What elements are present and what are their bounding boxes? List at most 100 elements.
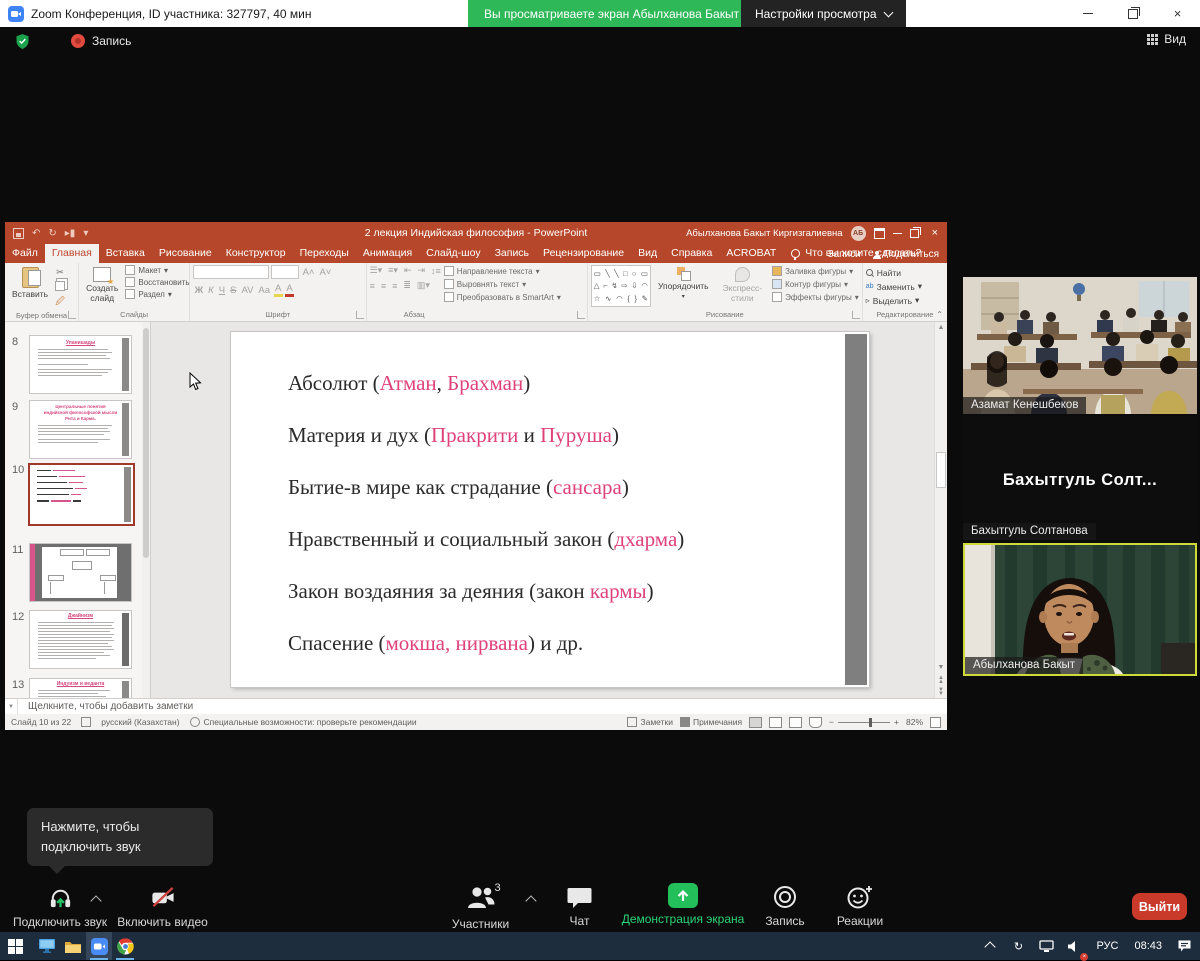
volume-muted-icon[interactable]: × [1062,932,1086,960]
text-direction-button[interactable]: Направление текста ▾ [444,266,561,276]
restore-button[interactable] [1110,0,1155,27]
tab-acrobat[interactable]: ACROBAT [719,244,783,263]
decrease-indent-icon[interactable]: ⇤ [404,265,412,276]
increase-indent-icon[interactable]: ⇥ [417,265,425,276]
bold-button[interactable]: Ж [193,285,205,296]
participant-tile-no-video[interactable]: Бахытгуль Солт... Бахытгуль Солтанова [963,416,1197,540]
network-tray-icon[interactable] [1034,932,1058,960]
ppt-restore-icon[interactable] [910,229,919,238]
tab-record[interactable]: Запись [488,244,536,263]
records-button[interactable]: Записи [828,249,861,260]
italic-button[interactable]: К [207,285,216,296]
update-tray-icon[interactable]: ↻ [1006,932,1030,960]
tab-home[interactable]: Главная [45,244,99,263]
align-right-icon[interactable]: ≡ [392,281,397,291]
action-center-icon[interactable] [1172,932,1196,960]
shape-outline-button[interactable]: Контур фигуры ▾ [772,279,859,289]
hidden-icons-chevron[interactable] [978,932,1002,960]
notes-toggle[interactable]: Заметки [627,717,673,727]
change-case-button[interactable]: Aa [257,285,272,296]
next-slide-icon[interactable]: ▼▼ [938,686,944,698]
undo-icon[interactable]: ↶ [32,228,40,239]
clock[interactable]: 08:43 [1128,940,1168,952]
zoom-slider[interactable]: − + [829,717,899,727]
line-spacing-icon[interactable]: ↕≡ [431,266,441,276]
minimize-button[interactable] [1065,0,1110,27]
share-screen-button[interactable]: Демонстрация экрана [613,883,753,926]
participants-button[interactable]: 3 Участники [438,884,523,931]
scroll-down-icon[interactable]: ▼ [938,662,945,674]
grow-font-icon[interactable]: А˄ [301,267,316,278]
slide-thumbnail-panel[interactable]: 8 Упанишады 9 Центральные понятия [5,322,151,698]
taskbar-file-explorer[interactable] [60,932,86,960]
tab-animations[interactable]: Анимация [356,244,419,263]
columns-icon[interactable]: ▥▾ [417,280,430,291]
copy-icon[interactable] [55,281,65,291]
chat-button[interactable]: Чат [552,884,607,928]
reactions-button[interactable]: Реакции [825,884,895,928]
justify-icon[interactable]: ≣ [403,280,411,291]
new-slide-button[interactable]: Создать слайд [82,265,122,306]
numbering-icon[interactable]: ≡▾ [388,265,398,276]
normal-view-button[interactable] [749,717,762,728]
arrange-button[interactable]: Упорядочить ▾ [654,265,713,303]
zoom-percentage[interactable]: 82% [906,717,923,727]
thumbnail-slide-13[interactable]: Индуизм и веданта [29,678,132,698]
thumbnail-slide-8[interactable]: Упанишады [29,335,132,394]
language-indicator[interactable]: русский (Казахстан) [101,717,179,727]
fit-slide-icon[interactable] [930,717,941,728]
slide-sorter-view-button[interactable] [769,717,782,728]
view-settings-button[interactable]: Настройки просмотра [741,0,906,27]
reading-view-button[interactable] [789,717,802,728]
ppt-minimize-icon[interactable] [893,233,902,234]
select-button[interactable]: ▹Выделить ▾ [866,295,922,306]
participant-video-active-speaker[interactable]: Абылханова Бакыт [963,543,1197,676]
slide-canvas[interactable]: Абсолют (Атман, Брахман) Материя и дух (… [231,332,869,687]
notes-pane[interactable]: ▼ Щелкните, чтобы добавить заметки [5,698,947,714]
taskbar-chrome[interactable] [112,932,138,960]
highlight-color-icon[interactable]: А [274,283,283,297]
start-slideshow-icon[interactable]: ▸▮ [65,228,76,239]
align-center-icon[interactable]: ≡ [381,281,386,291]
reset-button[interactable]: Восстановить [125,277,189,287]
dialog-launcher-icon[interactable] [577,311,585,319]
font-size-box[interactable] [271,265,299,279]
align-text-button[interactable]: Выровнять текст ▾ [444,279,561,289]
tab-review[interactable]: Рецензирование [536,244,631,263]
shape-fill-button[interactable]: Заливка фигуры ▾ [772,266,859,276]
align-left-icon[interactable]: ≡ [370,281,375,291]
shapes-gallery[interactable]: ▭╲╲□○▭ △⌐↯⇨⇩◠ ☆∿◠{}✎ [591,265,651,307]
strikethrough-button[interactable]: S [229,285,238,296]
tab-file[interactable]: Файл [5,244,45,263]
account-avatar[interactable]: АБ [851,226,866,241]
thumbnail-slide-11[interactable] [29,543,132,602]
tab-help[interactable]: Справка [664,244,719,263]
bullets-icon[interactable]: ☰▾ [370,265,383,276]
scrollbar-thumb[interactable] [936,452,946,488]
comments-toggle[interactable]: Примечания [680,717,742,727]
spellcheck-icon[interactable] [81,717,91,727]
dialog-launcher-icon[interactable] [356,311,364,319]
security-shield-icon[interactable] [14,33,31,50]
thumbnail-slide-9[interactable]: Центральные понятия индийской философско… [29,400,132,459]
paste-button[interactable]: Вставить [8,265,52,302]
leave-meeting-button[interactable]: Выйти [1132,893,1187,920]
recording-indicator[interactable]: Запись [71,34,131,48]
font-name-box[interactable] [193,265,269,279]
underline-button[interactable]: Ч [217,285,226,296]
format-painter-icon[interactable]: 🖉 [55,294,65,310]
tab-draw[interactable]: Рисование [152,244,219,263]
char-spacing-button[interactable]: AV [240,285,255,296]
thumbnail-slide-12[interactable]: Джайнизм [29,610,132,669]
participants-options-chevron[interactable] [525,895,536,906]
ribbon-display-options-icon[interactable] [874,228,885,239]
thumbnail-scrollbar[interactable] [142,322,150,698]
collapse-ribbon-icon[interactable]: ⌃ [936,310,943,319]
start-button[interactable] [2,932,28,960]
tab-insert[interactable]: Вставка [99,244,152,263]
thumbnail-slide-10-selected[interactable] [28,463,135,526]
record-button[interactable]: Запись [755,884,815,928]
zoom-out-icon[interactable]: − [829,717,834,727]
shrink-font-icon[interactable]: А˅ [318,267,333,278]
tab-transitions[interactable]: Переходы [293,244,356,263]
